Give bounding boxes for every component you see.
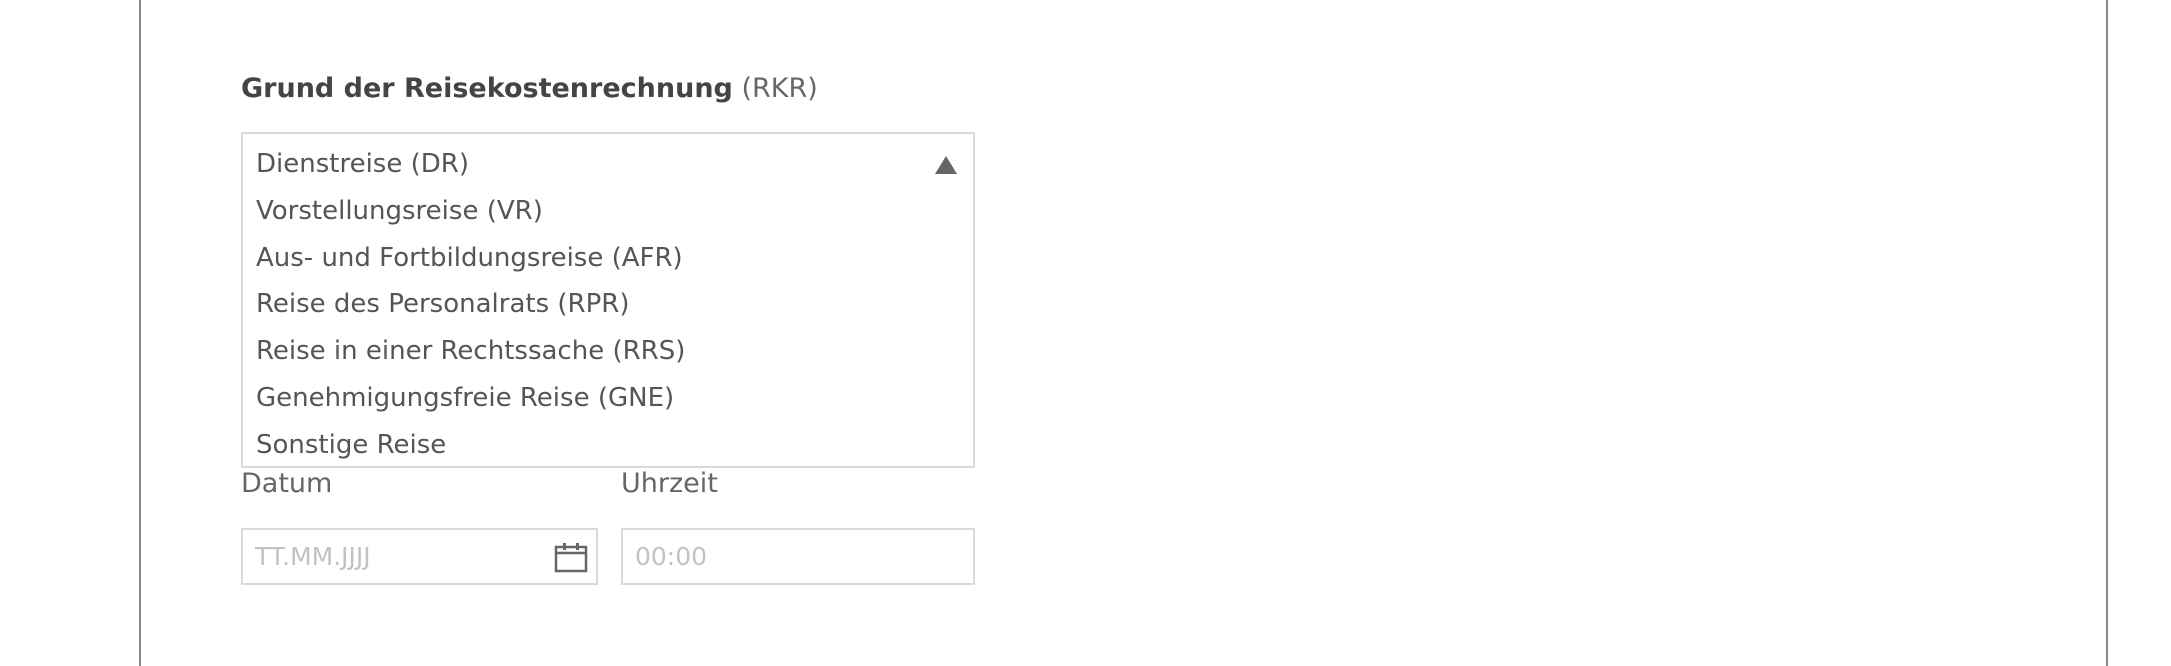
- reason-option-rechtssache[interactable]: Reise in einer Rechtssache (RRS): [256, 328, 685, 375]
- reason-option-sonstige[interactable]: Sonstige Reise: [256, 422, 685, 469]
- time-input-wrapper: [621, 528, 975, 585]
- reason-label-title: Grund der Reisekostenrechnung: [241, 73, 733, 104]
- reason-options-list: Dienstreise (DR) Vorstellungsreise (VR) …: [256, 141, 685, 469]
- reason-option-vorstellungsreise[interactable]: Vorstellungsreise (VR): [256, 188, 685, 235]
- date-input[interactable]: [255, 530, 535, 583]
- reason-option-dienstreise[interactable]: Dienstreise (DR): [256, 141, 685, 188]
- date-label: Datum: [241, 468, 333, 499]
- reason-label-suffix: (RKR): [732, 73, 818, 104]
- reason-field-label: Grund der Reisekostenrechnung (RKR): [241, 73, 818, 104]
- reason-option-personalrat[interactable]: Reise des Personalrats (RPR): [256, 281, 685, 328]
- date-input-wrapper: [241, 528, 598, 585]
- reason-listbox[interactable]: Dienstreise (DR) Vorstellungsreise (VR) …: [241, 132, 975, 468]
- frame-left-border: [139, 0, 141, 666]
- triangle-up-icon[interactable]: [935, 156, 957, 174]
- reason-option-fortbildungsreise[interactable]: Aus- und Fortbildungsreise (AFR): [256, 235, 685, 282]
- time-input[interactable]: [635, 530, 955, 583]
- time-label: Uhrzeit: [621, 468, 718, 499]
- reason-option-genehmigungsfrei[interactable]: Genehmigungsfreie Reise (GNE): [256, 375, 685, 422]
- frame-right-border: [2106, 0, 2108, 666]
- calendar-icon[interactable]: [554, 541, 588, 573]
